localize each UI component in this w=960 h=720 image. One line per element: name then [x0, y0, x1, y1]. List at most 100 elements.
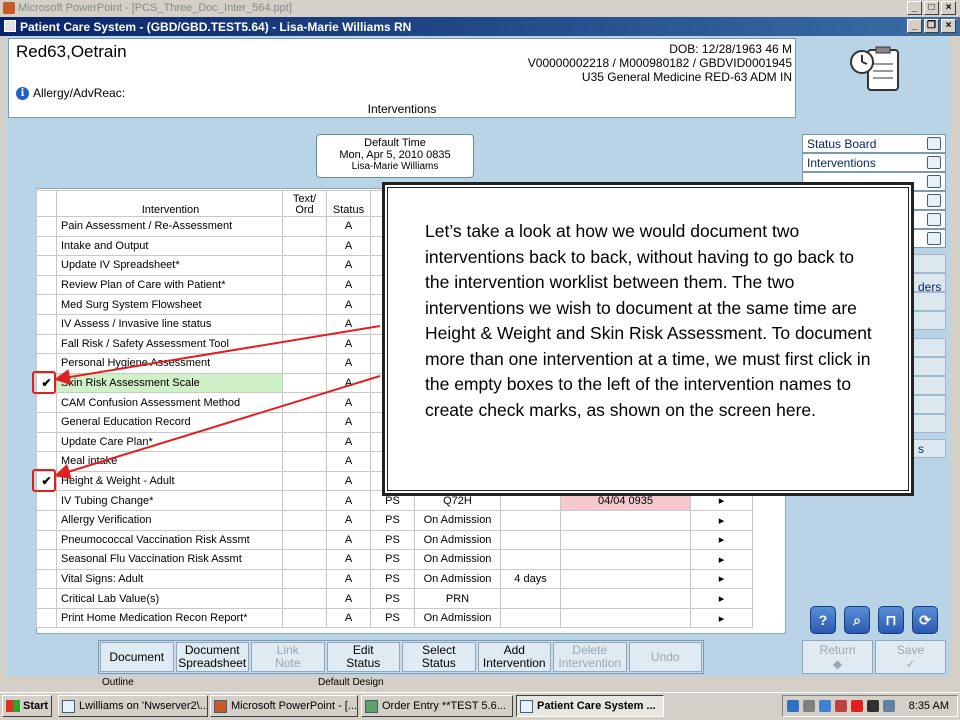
table-row[interactable]: Seasonal Flu Vaccination Risk Assmt A PS On…	[36, 549, 753, 570]
taskbar-button-patient-care[interactable]: Patient Care System ...	[516, 695, 664, 717]
row-checkbox[interactable]	[36, 607, 57, 629]
row-checkbox[interactable]	[36, 588, 57, 609]
help-icon[interactable]: ?	[810, 606, 836, 634]
row-checkbox[interactable]	[36, 313, 57, 335]
text-ord-cell	[282, 529, 327, 551]
save-label: Save	[896, 643, 925, 657]
row-checkbox[interactable]	[36, 431, 57, 453]
table-row[interactable]: Vital Signs: Adult A PS On Admission 4 days ▸	[36, 568, 753, 590]
taskbar-label: Lwilliams on 'Nwserver2\...	[79, 700, 208, 712]
row-expand-arrow[interactable]: ▸	[690, 529, 753, 551]
row-checkbox[interactable]	[36, 411, 57, 433]
text-ord-cell	[282, 313, 327, 335]
tray-icon[interactable]	[787, 700, 799, 712]
intervention-name: IV Assess / Invasive line status	[56, 313, 283, 335]
table-row[interactable]: Critical Lab Value(s) A PS PRN ▸	[36, 588, 753, 609]
refresh-icon[interactable]: ⟳	[912, 606, 938, 634]
row-expand-arrow[interactable]: ▸	[690, 549, 753, 570]
restore-icon[interactable]: ❐	[924, 19, 939, 33]
status-cell: A	[326, 431, 371, 453]
start-button[interactable]: Start	[2, 695, 52, 717]
action-button-document[interactable]: Document	[100, 642, 174, 672]
side-nav-status-board[interactable]: Status Board	[802, 134, 946, 153]
taskbar-button-explorer[interactable]: Lwilliams on 'Nwserver2\...	[58, 695, 208, 717]
last-done-cell	[560, 568, 691, 590]
minimize-icon[interactable]: _	[907, 1, 922, 15]
row-checkbox[interactable]	[36, 568, 57, 590]
row-checkbox[interactable]	[36, 529, 57, 551]
save-button[interactable]: Save ✓	[875, 640, 946, 674]
tray-icon[interactable]	[851, 700, 863, 712]
source-cell: PS	[370, 529, 415, 551]
source-cell: PS	[370, 588, 415, 609]
system-tray: 8:35 AM	[782, 695, 958, 717]
row-checkbox[interactable]	[36, 274, 57, 296]
info-icon[interactable]: i	[16, 86, 29, 100]
status-cell: A	[326, 216, 371, 237]
text-ord-cell	[282, 216, 327, 237]
row-expand-arrow[interactable]: ▸	[690, 509, 753, 531]
row-expand-arrow[interactable]: ▸	[690, 588, 753, 609]
action-button-select-status[interactable]: Select Status	[402, 642, 476, 672]
side-nav-interventions[interactable]: Interventions	[802, 153, 946, 172]
return-button[interactable]: Return ◆	[802, 640, 873, 674]
intervention-name: General Education Record	[56, 411, 283, 433]
allergy-label: Allergy/AdvReac:	[33, 86, 126, 100]
action-button-edit-status[interactable]: Edit Status	[326, 642, 400, 672]
taskbar-button-powerpoint[interactable]: Microsoft PowerPoint - [...	[210, 695, 358, 717]
row-checkbox[interactable]	[36, 216, 57, 237]
close-icon[interactable]: ×	[941, 1, 956, 15]
action-button-document-spreadsheet[interactable]: Document Spreadsheet	[175, 642, 249, 672]
tutorial-callout: Let’s take a look at how we would docume…	[382, 182, 914, 496]
last-done-cell	[560, 588, 691, 609]
frequency-cell: On Admission	[414, 549, 501, 570]
intervention-name: Intake and Output	[56, 235, 283, 257]
app-icon	[4, 20, 16, 32]
ppt-status-outline: Outline	[102, 677, 134, 688]
row-checkbox[interactable]	[36, 490, 57, 511]
search-icon[interactable]: ⌕	[844, 606, 870, 634]
checklist-icon	[927, 175, 941, 188]
close-icon[interactable]: ×	[941, 19, 956, 33]
row-checkbox[interactable]	[36, 392, 57, 413]
row-checkbox[interactable]	[36, 235, 57, 257]
default-time-value: Mon, Apr 5, 2010 0835	[339, 149, 451, 161]
maximize-icon[interactable]: □	[924, 1, 939, 15]
status-cell: A	[326, 235, 371, 257]
intervention-name: Allergy Verification	[56, 509, 283, 531]
tray-icon[interactable]	[835, 700, 847, 712]
tray-icon[interactable]	[867, 700, 879, 712]
action-button-add-intervention[interactable]: Add Intervention	[477, 642, 551, 672]
action-button-undo[interactable]: Undo	[628, 642, 702, 672]
text-ord-cell	[282, 274, 327, 296]
text-ord-cell	[282, 353, 327, 374]
minimize-icon[interactable]: _	[907, 19, 922, 33]
tray-icon[interactable]	[883, 700, 895, 712]
action-button-delete-intervention[interactable]: Delete Intervention	[553, 642, 627, 672]
header-text-ord[interactable]: Text/ Ord	[282, 190, 327, 217]
row-checkbox[interactable]	[36, 509, 57, 531]
row-expand-arrow[interactable]: ▸	[690, 607, 753, 629]
header-check	[36, 190, 57, 217]
lock-icon[interactable]: ⊓	[878, 606, 904, 634]
row-checkbox[interactable]	[36, 333, 57, 355]
default-time-box[interactable]: Default Time Mon, Apr 5, 2010 0835 Lisa-…	[316, 134, 474, 178]
table-row[interactable]: Print Home Medication Recon Report* A PS On…	[36, 607, 753, 629]
action-button-link-note[interactable]: Link Note	[251, 642, 325, 672]
row-checkbox[interactable]	[36, 294, 57, 315]
tray-icon[interactable]	[819, 700, 831, 712]
side-nav-label: Status Board	[807, 137, 877, 151]
row-checkbox[interactable]	[36, 255, 57, 276]
taskbar-button-order-entry[interactable]: Order Entry **TEST 5.6...	[361, 695, 513, 717]
folder-icon	[62, 700, 75, 713]
table-row[interactable]: Allergy Verification A PS On Admission ▸	[36, 509, 753, 531]
header-intervention[interactable]: Intervention	[56, 190, 283, 217]
header-status[interactable]: Status	[326, 190, 371, 217]
tray-icon[interactable]	[803, 700, 815, 712]
frequency-cell: On Admission	[414, 607, 501, 629]
row-expand-arrow[interactable]: ▸	[690, 568, 753, 590]
book-icon	[927, 137, 941, 150]
row-checkbox[interactable]	[36, 549, 57, 570]
panel-title: Interventions	[367, 102, 437, 116]
table-row[interactable]: Pneumococcal Vaccination Risk Assmt A PS On…	[36, 529, 753, 551]
